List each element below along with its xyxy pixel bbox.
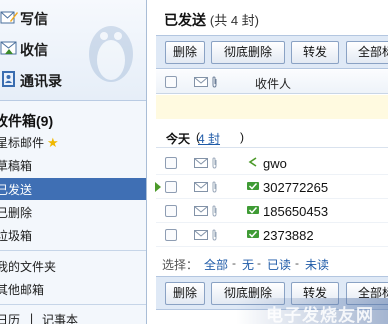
today-close-paren: )	[240, 130, 244, 144]
site-watermark-text: 电子发烧友网	[266, 306, 374, 324]
column-header: 收件人	[156, 70, 388, 94]
other-mailboxes[interactable]: 其他邮箱	[0, 278, 146, 300]
select-dash: -	[257, 256, 261, 270]
folder-sent-label: 已发送	[0, 183, 33, 197]
folder-spam-label: 垃圾箱	[0, 229, 33, 243]
other-mailboxes-label: 其他邮箱	[0, 283, 45, 297]
receive-label: 收信	[20, 42, 48, 58]
inbox-icon	[0, 41, 17, 55]
attachment-icon	[212, 205, 217, 217]
today-group-header: 今天 ( 4 封 )	[156, 126, 388, 148]
read-status-icon	[194, 77, 208, 87]
sidebar-bottom-links: 日历 | 记事本	[0, 308, 146, 324]
notice-bar	[156, 95, 388, 119]
folder-inbox-label: 收件箱(9)	[0, 113, 54, 129]
select-dash: -	[295, 256, 299, 270]
recipient-name: 302772265	[263, 180, 329, 195]
mail-row[interactable]: gwo	[156, 151, 388, 175]
today-label: 今天	[166, 132, 191, 146]
select-dash: -	[232, 256, 236, 270]
compose-icon	[0, 11, 18, 24]
mail-read-icon	[194, 230, 208, 240]
folder-drafts-label: 草稿箱	[0, 159, 33, 173]
quick-actions: 写信 收信 通讯录	[0, 0, 146, 101]
arrow-left-icon	[248, 157, 257, 167]
folder-spam[interactable]: 垃圾箱	[0, 224, 146, 246]
attachment-icon	[212, 76, 217, 88]
row-checkbox[interactable]	[165, 205, 177, 217]
mail-row[interactable]: 302772265	[155, 175, 388, 199]
folder-sent[interactable]: 已发送	[0, 178, 146, 200]
delivered-check-icon	[247, 230, 259, 238]
today-count-link[interactable]: 4 封	[198, 130, 220, 147]
delete-button[interactable]: 删除	[165, 41, 205, 64]
my-folders[interactable]: 我的文件夹	[0, 255, 146, 277]
select-unread-link[interactable]: 未读	[305, 256, 329, 273]
link-separator: |	[30, 311, 34, 324]
attachment-icon	[212, 157, 217, 169]
sidebar: 写信 收信 通讯录 收件箱(9) 星标邮件★ 草稿箱 已发送	[0, 0, 147, 324]
divider	[0, 304, 146, 305]
delete-button[interactable]: 删除	[165, 282, 205, 305]
my-folders-label: 我的文件夹	[0, 260, 57, 274]
address-book-icon	[2, 71, 15, 87]
mail-row[interactable]: 185650453	[156, 199, 388, 223]
select-label: 选择：	[162, 258, 199, 272]
compose-button[interactable]: 写信	[0, 5, 146, 31]
star-icon: ★	[47, 135, 59, 150]
notepad-link[interactable]: 记事本	[42, 311, 78, 324]
folder-drafts[interactable]: 草稿箱	[0, 154, 146, 176]
receive-button[interactable]: 收信	[0, 36, 146, 62]
recipient-name: 2373882	[263, 228, 314, 243]
folder-inbox[interactable]: 收件箱(9)	[0, 108, 146, 130]
select-none-link[interactable]: 无	[242, 256, 254, 273]
recipient-name: gwo	[263, 156, 287, 171]
attachment-icon	[212, 229, 217, 241]
recipient-column-header[interactable]: 收件人	[255, 75, 291, 92]
mail-read-icon	[194, 158, 208, 168]
toolbar-top: 删除 彻底删除 转发 全部标	[156, 35, 388, 69]
forward-button[interactable]: 转发	[291, 41, 339, 64]
folder-starred-label: 星标邮件	[0, 136, 45, 150]
row-checkbox[interactable]	[165, 157, 177, 169]
page-title: 已发送 (共 4 封)	[164, 10, 259, 30]
delivered-check-icon	[247, 206, 259, 214]
delivered-check-icon	[247, 182, 259, 190]
select-bar: 选择： 全部 - 无 - 已读 - 未读	[156, 252, 388, 274]
recipient-name: 185650453	[263, 204, 329, 219]
main-panel: 已发送 (共 4 封) 删除 彻底删除 转发 全部标 收件人 今天 ( 4 封 …	[148, 0, 388, 324]
mail-read-icon	[194, 182, 208, 192]
page-title-text: 已发送	[164, 12, 206, 28]
divider	[0, 250, 146, 251]
mark-all-button[interactable]: 全部标	[346, 41, 388, 64]
folder-deleted-label: 已删除	[0, 206, 33, 220]
compose-label: 写信	[20, 11, 48, 27]
site-watermark: 电子发烧友网	[236, 298, 388, 324]
mail-row[interactable]: 2373882	[156, 223, 388, 247]
current-row-marker-icon	[155, 182, 161, 192]
mail-count: (共 4 封)	[209, 13, 260, 28]
folder-deleted[interactable]: 已删除	[0, 201, 146, 223]
mail-read-icon	[194, 206, 208, 216]
contacts-label: 通讯录	[20, 73, 62, 89]
select-all-link[interactable]: 全部	[204, 256, 228, 273]
delete-permanently-button[interactable]: 彻底删除	[211, 41, 285, 64]
row-checkbox[interactable]	[165, 181, 177, 193]
row-checkbox[interactable]	[165, 229, 177, 241]
contacts-button[interactable]: 通讯录	[0, 67, 146, 93]
select-all-checkbox[interactable]	[165, 76, 177, 88]
select-read-link[interactable]: 已读	[267, 256, 291, 273]
folder-starred[interactable]: 星标邮件 ★	[0, 131, 146, 153]
attachment-icon	[212, 181, 217, 193]
calendar-link[interactable]: 日历	[0, 311, 20, 324]
